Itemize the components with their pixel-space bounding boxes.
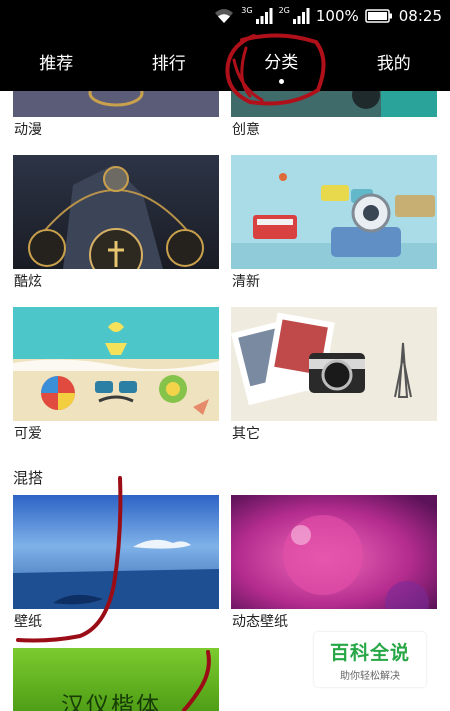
category-card-cool[interactable]: 酷炫 (13, 155, 219, 295)
category-label: 创意 (232, 122, 260, 138)
wifi-icon (213, 8, 235, 24)
category-card-other[interactable]: 其它 (231, 307, 437, 447)
category-content: 动漫 创意 酷炫 清新 可爱 其它 混搭 壁纸 动态壁纸 汉仪楷体 (0, 91, 450, 711)
watermark-logo: 百科全说 助你轻松解决 (314, 632, 426, 687)
category-label: 动漫 (14, 122, 42, 138)
category-label: 可爱 (14, 426, 42, 442)
battery-percent: 100% (315, 7, 359, 25)
section-title-mix: 混搭 (13, 469, 44, 487)
tab-mine[interactable]: 我的 (338, 32, 450, 91)
category-thumbnail (13, 91, 219, 117)
category-card-cute[interactable]: 可爱 (13, 307, 219, 447)
category-thumbnail (231, 495, 437, 609)
category-card-fresh[interactable]: 清新 (231, 155, 437, 295)
network-type-1: 3G (241, 5, 253, 15)
category-card-wallpaper[interactable]: 壁纸 (13, 495, 219, 635)
signal-icon (255, 8, 273, 24)
network-type-2: 2G (278, 5, 290, 15)
category-thumbnail (13, 495, 219, 609)
category-label: 清新 (232, 274, 260, 290)
category-card-live-wallpaper[interactable]: 动态壁纸 (231, 495, 437, 635)
tab-category[interactable]: 分类 (225, 32, 338, 91)
tab-ranking[interactable]: 排行 (113, 32, 226, 91)
tab-recommend[interactable]: 推荐 (0, 32, 113, 91)
tab-label: 分类 (264, 52, 299, 73)
category-card-font[interactable]: 汉仪楷体 (13, 648, 219, 711)
signal-icon (292, 8, 310, 24)
clock: 08:25 (398, 7, 442, 25)
watermark-title: 百科全说 (329, 641, 410, 664)
app-screen: 3G 2G 100% 08:25 推荐 排行 分类 我的 动漫 创意 酷炫 清新… (0, 0, 450, 711)
category-thumbnail (231, 155, 437, 269)
category-thumbnail (231, 91, 437, 117)
tab-label: 我的 (376, 54, 411, 74)
category-label: 壁纸 (14, 614, 42, 630)
category-thumbnail (13, 307, 219, 421)
active-tab-indicator (278, 78, 284, 84)
category-label: 其它 (232, 426, 260, 442)
category-label: 酷炫 (14, 274, 42, 290)
top-tab-bar: 推荐 排行 分类 我的 (0, 32, 450, 91)
category-thumbnail (13, 155, 219, 269)
status-bar: 3G 2G 100% 08:25 (0, 0, 450, 32)
category-card-creative[interactable]: 创意 (231, 91, 437, 143)
battery-icon (365, 9, 393, 23)
category-thumbnail: 汉仪楷体 (13, 648, 219, 711)
watermark-subtitle: 助你轻松解决 (340, 670, 400, 682)
font-preview-text: 汉仪楷体 (61, 693, 161, 711)
category-thumbnail (231, 307, 437, 421)
tab-label: 推荐 (39, 54, 74, 74)
category-card-anime[interactable]: 动漫 (13, 91, 219, 143)
tab-label: 排行 (151, 54, 186, 74)
